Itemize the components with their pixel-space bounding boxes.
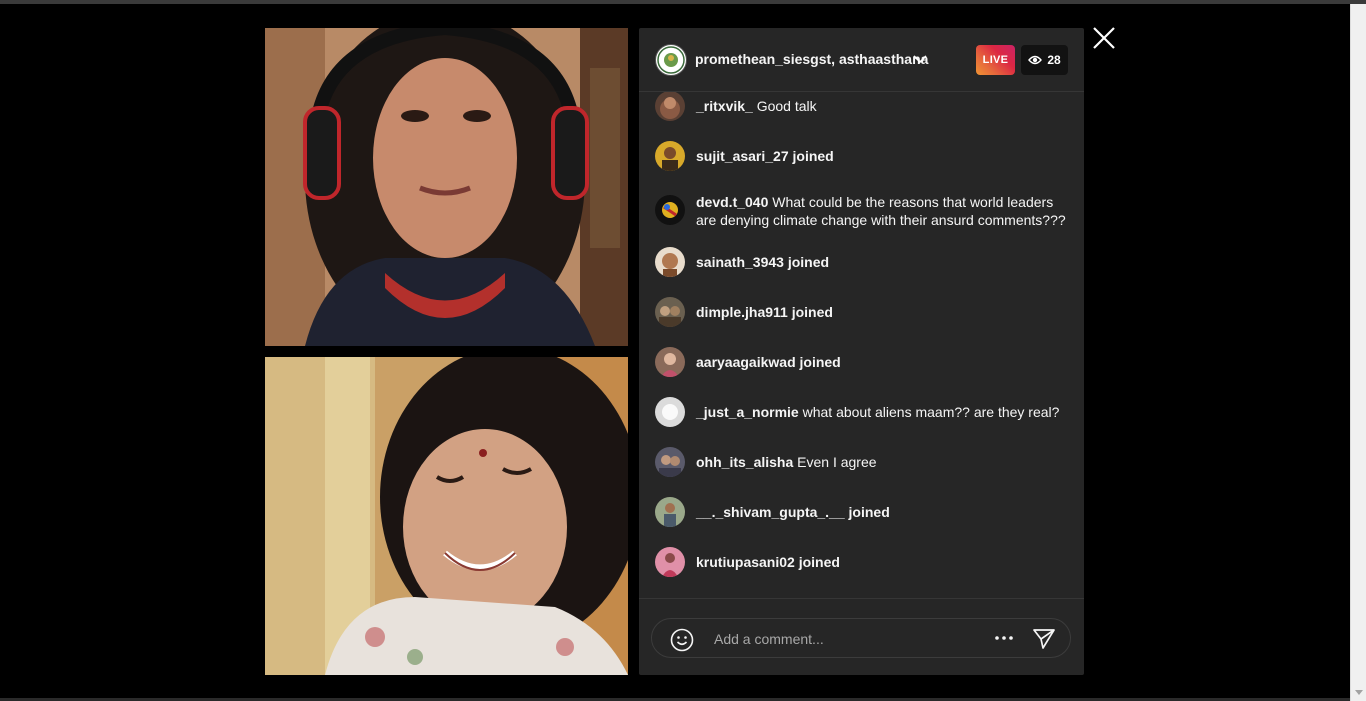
avatar[interactable]: [655, 347, 685, 377]
comment-item: _ritxvik_ Good talk: [655, 92, 1069, 121]
close-icon[interactable]: [1090, 24, 1118, 52]
comment-text: joined: [848, 504, 890, 520]
avatar[interactable]: [655, 141, 685, 171]
avatar[interactable]: [655, 397, 685, 427]
eye-icon: [1028, 55, 1043, 65]
comment-username[interactable]: krutiupasani02: [696, 554, 795, 570]
video-frame-host: [265, 28, 628, 346]
comment-item: devd.t_040 What could be the reasons tha…: [655, 193, 1069, 229]
scroll-down-icon[interactable]: [1355, 690, 1363, 695]
comment-username[interactable]: _ritxvik_: [696, 98, 753, 114]
avatar[interactable]: [655, 297, 685, 327]
avatar[interactable]: [655, 247, 685, 277]
comment-username[interactable]: __._shivam_gupta_.__: [696, 504, 845, 520]
comment-username[interactable]: dimple.jha911: [696, 304, 788, 320]
host-usernames[interactable]: promethean_siesgst, asthaasthana: [695, 51, 928, 67]
avatar[interactable]: [655, 447, 685, 477]
comment-list: _ritxvik_ Good talk sujit_asari_27 joine…: [639, 92, 1084, 598]
comment-footer: [639, 598, 1084, 675]
send-icon[interactable]: [1032, 627, 1056, 651]
comment-username[interactable]: sujit_asari_27: [696, 148, 789, 164]
avatar[interactable]: [655, 547, 685, 577]
emoji-icon[interactable]: [670, 628, 694, 652]
comment-input[interactable]: [712, 627, 976, 651]
comment-item: _just_a_normie what about aliens maam?? …: [655, 397, 1069, 427]
comment-text: what about aliens maam?? are they real?: [802, 404, 1060, 420]
live-header: promethean_siesgst, asthaasthana LIVE 28: [639, 28, 1084, 92]
comment-item: ohh_its_alisha Even I agree: [655, 447, 1069, 477]
comment-item: __._shivam_gupta_.__ joined: [655, 497, 1069, 527]
more-icon[interactable]: [994, 628, 1014, 648]
video-stream-host: [265, 28, 628, 346]
comment-text: joined: [792, 148, 834, 164]
comment-username[interactable]: aaryaagaikwad: [696, 354, 796, 370]
comment-box: [651, 618, 1071, 658]
top-border: [0, 0, 1366, 4]
comment-text: joined: [799, 354, 841, 370]
comment-username[interactable]: ohh_its_alisha: [696, 454, 793, 470]
comment-text: joined: [787, 254, 830, 270]
comment-item: dimple.jha911 joined: [655, 297, 1069, 327]
avatar[interactable]: [655, 195, 685, 225]
comment-text: joined: [791, 304, 833, 320]
live-chat-panel: promethean_siesgst, asthaasthana LIVE 28…: [639, 28, 1084, 675]
chevron-down-icon[interactable]: [913, 54, 927, 64]
comment-text: Even I agree: [797, 454, 877, 470]
comment-text: Good talk: [756, 98, 817, 114]
avatar[interactable]: [655, 497, 685, 527]
avatar[interactable]: [655, 92, 685, 121]
live-badge: LIVE: [976, 45, 1015, 75]
comment-item: sujit_asari_27 joined: [655, 141, 1069, 171]
comment-item: krutiupasani02 joined: [655, 547, 1069, 577]
comment-username[interactable]: devd.t_040: [696, 194, 768, 210]
comment-username[interactable]: sainath_3943: [696, 254, 784, 270]
viewer-count: 28: [1047, 53, 1061, 67]
comment-item: sainath_3943 joined: [655, 247, 1069, 277]
video-stream-guest: [265, 357, 628, 675]
viewer-count-badge: 28: [1021, 45, 1068, 75]
page-scrollbar[interactable]: [1350, 4, 1366, 701]
comment-item: aaryaagaikwad joined: [655, 347, 1069, 377]
host-avatar[interactable]: [655, 44, 687, 76]
comment-text: joined: [798, 554, 840, 570]
video-frame-guest: [265, 357, 628, 675]
comment-username[interactable]: _just_a_normie: [696, 404, 799, 420]
